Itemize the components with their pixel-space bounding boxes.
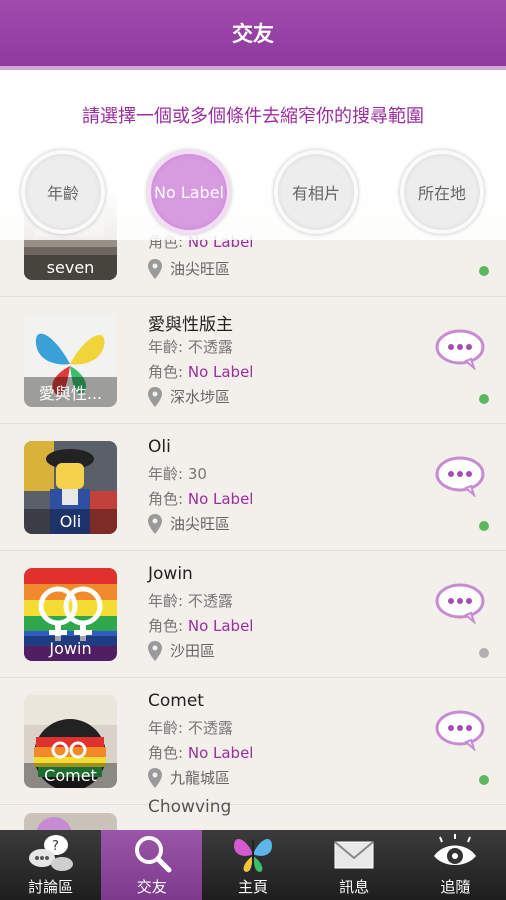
user-name: Chowving xyxy=(148,797,232,817)
tab-messages[interactable]: 訊息 xyxy=(304,830,405,900)
list-item[interactable]: Jowin Jowin 年齡: 不透露 角色: No Label 沙田區 xyxy=(0,551,506,678)
avatar[interactable]: Jowin xyxy=(24,568,117,661)
avatar[interactable]: Comet xyxy=(24,695,117,788)
list-item[interactable]: Comet Comet 年齡: 不透露 角色: No Label 九龍城區 xyxy=(0,678,506,805)
user-role: 角色: No Label xyxy=(148,617,254,635)
user-age: 年齡: 30 xyxy=(148,465,207,483)
user-age: 年齡: 不透露 xyxy=(148,719,233,737)
filter-chip-no-label[interactable]: No Label xyxy=(147,150,231,234)
user-name: Oli xyxy=(148,437,171,457)
bottom-tab-bar: ? 討論區 交友 主頁 訊息 追隨 xyxy=(0,830,506,900)
user-role: 角色: No Label xyxy=(148,490,254,508)
user-list[interactable]: seven 角色: No Label 油尖旺區 愛與性... 愛與性版主 年齡:… xyxy=(0,170,506,830)
tab-discussion[interactable]: ? 討論區 xyxy=(0,830,101,900)
user-location: 沙田區 xyxy=(148,640,215,661)
avatar-name: seven xyxy=(24,255,117,280)
avatar[interactable]: 愛與性... xyxy=(24,314,117,407)
list-item[interactable]: Chowving xyxy=(0,797,506,830)
user-name: Comet xyxy=(148,691,204,711)
chat-bubble-icon[interactable] xyxy=(434,455,486,499)
filter-chip-location[interactable]: 所在地 xyxy=(400,150,484,234)
page-title: 交友 xyxy=(232,22,274,46)
search-icon xyxy=(134,836,172,873)
avatar-name: 愛與性... xyxy=(24,377,117,407)
filter-chip-has-photo[interactable]: 有相片 xyxy=(274,150,358,234)
list-item[interactable]: 愛與性... 愛與性版主 年齡: 不透露 角色: No Label 深水埗區 xyxy=(0,297,506,424)
filter-panel: 請選擇一個或多個條件去縮窄你的搜尋範圍 年齡 No Label 有相片 所在地 xyxy=(0,70,506,240)
avatar xyxy=(24,813,117,830)
mail-icon xyxy=(334,841,374,869)
top-bar: 交友 xyxy=(0,0,506,66)
tab-dating[interactable]: 交友 xyxy=(101,830,203,900)
tab-label: 追隨 xyxy=(440,878,471,896)
svg-text:?: ? xyxy=(52,839,59,854)
chat-bubble-icon[interactable] xyxy=(434,582,486,626)
user-name: 愛與性版主 xyxy=(148,315,233,335)
location-pin-icon xyxy=(148,640,162,661)
avatar[interactable]: Oli xyxy=(24,441,117,534)
filter-chip-age[interactable]: 年齡 xyxy=(21,150,105,234)
tab-label: 討論區 xyxy=(28,878,74,896)
avatar-name: Comet xyxy=(24,763,117,788)
filter-hint: 請選擇一個或多個條件去縮窄你的搜尋範圍 xyxy=(82,106,424,127)
user-location: 九龍城區 xyxy=(148,767,230,788)
location-pin-icon xyxy=(148,386,162,407)
tab-home[interactable]: 主頁 xyxy=(202,830,303,900)
avatar-name: Oli xyxy=(24,509,117,534)
list-item[interactable]: Oli Oli 年齡: 30 角色: No Label 油尖旺區 xyxy=(0,424,506,551)
online-status-dot xyxy=(479,521,489,531)
tab-follow[interactable]: 追隨 xyxy=(405,830,506,900)
user-age: 年齡: 不透露 xyxy=(148,592,233,610)
online-status-dot xyxy=(479,266,489,276)
user-location: 深水埗區 xyxy=(148,386,230,407)
user-name: Jowin xyxy=(148,564,193,584)
avatar-name: Jowin xyxy=(24,636,117,661)
tab-label: 訊息 xyxy=(339,878,370,896)
butterfly-icon xyxy=(233,839,272,872)
user-role: 角色: No Label xyxy=(148,363,254,381)
chat-bubble-icon[interactable] xyxy=(434,709,486,753)
tab-label: 主頁 xyxy=(237,878,268,896)
online-status-dot xyxy=(479,394,489,404)
user-location: 油尖旺區 xyxy=(148,258,230,279)
location-pin-icon xyxy=(148,513,162,534)
location-pin-icon xyxy=(148,258,162,279)
chat-bubble-icon[interactable] xyxy=(434,328,486,372)
user-location: 油尖旺區 xyxy=(148,513,230,534)
user-role: 角色: No Label xyxy=(148,744,254,762)
online-status-dot xyxy=(479,775,489,785)
discussion-icon: ? xyxy=(28,835,73,871)
offline-status-dot xyxy=(479,648,489,658)
tab-label: 交友 xyxy=(136,878,167,896)
eye-icon xyxy=(434,834,477,865)
user-age: 年齡: 不透露 xyxy=(148,338,233,356)
location-pin-icon xyxy=(148,767,162,788)
